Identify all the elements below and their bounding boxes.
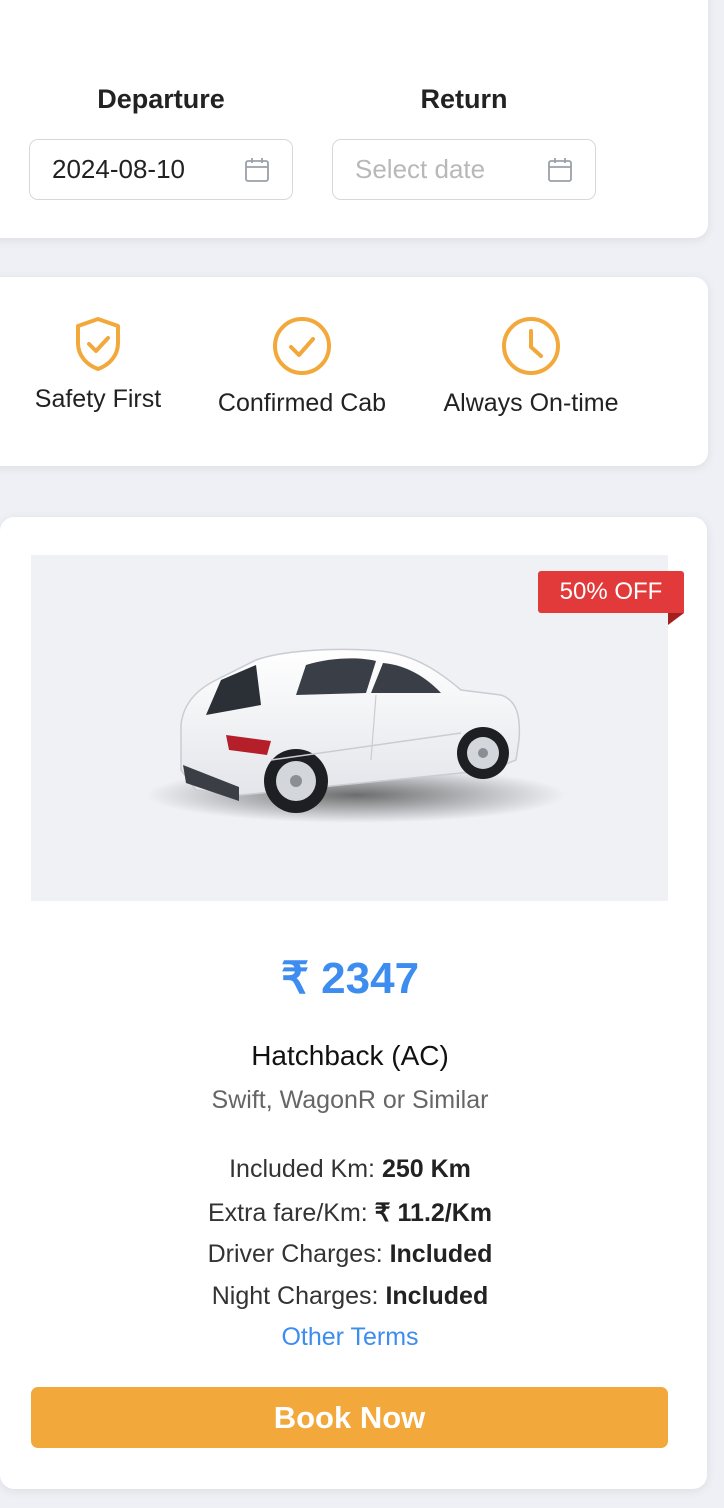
calendar-icon [245, 158, 269, 182]
spec-value: Included [389, 1240, 493, 1268]
car-models: Swift, WagonR or Similar [211, 1086, 489, 1114]
calendar-icon [548, 158, 572, 182]
spec-label: Included Km: [229, 1155, 382, 1183]
spec-driver-charges: Driver Charges: Included [0, 1240, 700, 1269]
spec-included-km: Included Km: 250 Km [0, 1155, 700, 1184]
features-card: Safety First Confirmed Cab Always On-tim… [0, 277, 708, 466]
feature-label: Confirmed Cab [217, 389, 387, 417]
book-now-button[interactable]: Book Now [31, 1387, 668, 1448]
check-circle-icon [273, 317, 331, 375]
return-date-input[interactable]: Select date [332, 139, 596, 200]
feature-label: Always On-time [443, 389, 619, 417]
spec-value: ₹ 11.2/Km [374, 1199, 493, 1227]
feature-confirmed-cab: Confirmed Cab [204, 315, 400, 418]
price: ₹ 2347 [280, 954, 420, 1003]
spec-night-charges: Night Charges: Included [0, 1282, 700, 1311]
trip-dates-card: Departure 2024-08-10 Return Select date [0, 0, 708, 238]
other-terms-link[interactable]: Other Terms [0, 1323, 700, 1352]
return-label: Return [420, 84, 508, 114]
return-date-placeholder: Select date [355, 154, 486, 184]
feature-label: Safety First [34, 385, 162, 413]
departure-label: Departure [97, 84, 225, 114]
cab-option-card: 50% OFF ₹ 2347 Hatchback (AC) Swift, Wag… [0, 517, 707, 1489]
car-category: Hatchback (AC) [251, 1040, 449, 1071]
departure-date-value: 2024-08-10 [52, 154, 185, 184]
feature-always-on-time: Always On-time [428, 315, 634, 418]
discount-badge: 50% OFF [538, 571, 684, 613]
spec-value: Included [385, 1282, 489, 1310]
spec-value: 250 Km [381, 1155, 471, 1183]
badge-fold [668, 613, 684, 625]
spec-label: Driver Charges: [207, 1240, 390, 1268]
spec-extra-fare: Extra fare/Km: ₹ 11.2/Km [0, 1198, 700, 1228]
feature-safety-first: Safety First [22, 315, 174, 414]
departure-date-input[interactable]: 2024-08-10 [29, 139, 293, 200]
spec-label: Night Charges: [211, 1282, 386, 1310]
spec-label: Extra fare/Km: [207, 1199, 375, 1227]
shield-check-icon [76, 317, 120, 371]
clock-icon [502, 317, 560, 375]
